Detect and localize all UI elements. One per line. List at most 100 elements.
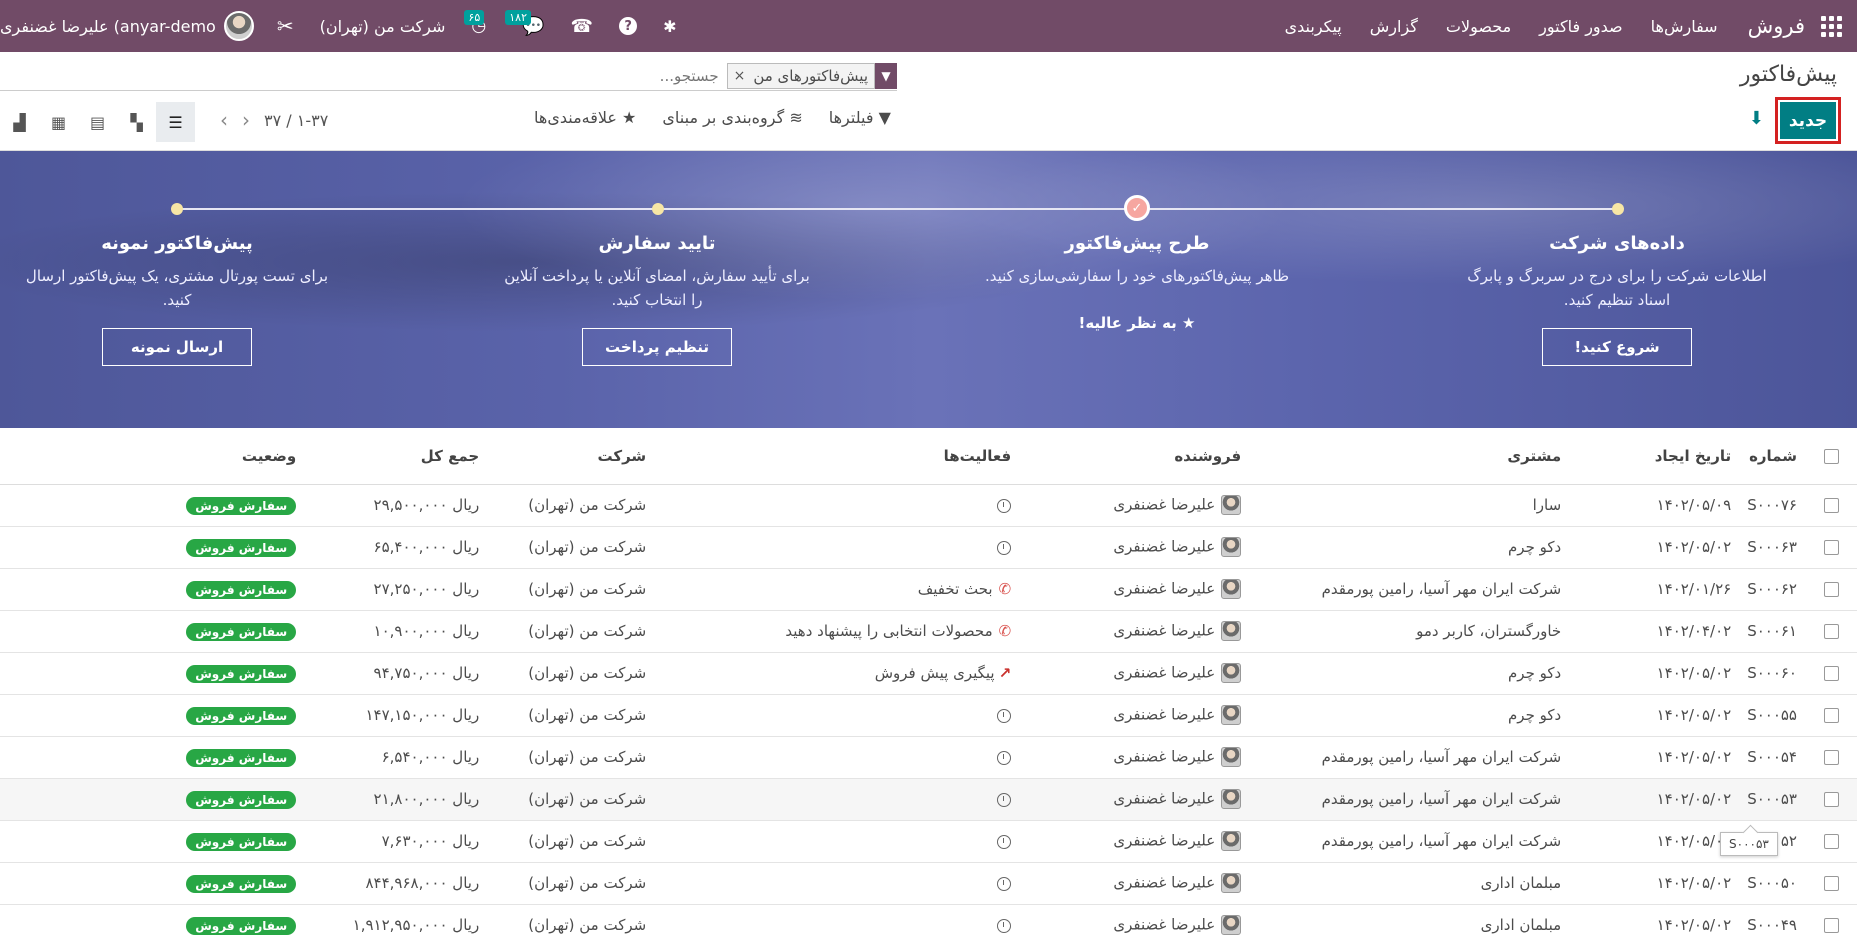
menu-products[interactable]: محصولات	[1432, 17, 1525, 36]
user-menu[interactable]: علیرضا غضنفری (anyar-demo	[0, 0, 264, 52]
calendar-view-icon[interactable]: ▤	[78, 102, 117, 142]
menu-invoicing[interactable]: صدور فاکتور	[1525, 17, 1636, 36]
col-salesperson[interactable]: فروشنده	[1019, 428, 1250, 485]
status-badge: سفارش فروش	[186, 791, 297, 809]
activity-clock-icon[interactable]	[997, 792, 1012, 807]
messages-icon[interactable]: 💬 ۱۸۲	[499, 0, 557, 52]
table-row[interactable]: S۰۰۰۷۶ ۱۴۰۲/۰۵/۰۹ سارا علیرضا غضنفری شرک…	[0, 484, 1857, 527]
apps-menu-icon[interactable]	[1805, 0, 1857, 52]
status-badge: سفارش فروش	[186, 581, 297, 599]
new-button[interactable]: جدید	[1780, 102, 1836, 139]
row-checkbox[interactable]	[1823, 876, 1839, 891]
facet-remove-icon[interactable]: ×	[734, 68, 746, 84]
col-total[interactable]: جمع کل	[304, 428, 488, 485]
cell-status: سفارش فروش	[74, 694, 305, 737]
star-icon: ★	[1182, 314, 1196, 332]
cell-activities: ✆ محصولات انتخابی را پیشنهاد دهید	[654, 610, 1020, 653]
table-row[interactable]: S۰۰۰۵۳ ۱۴۰۲/۰۵/۰۲ شرکت ایران مهر آسیا، ر…	[0, 778, 1857, 821]
cell-number: S۰۰۰۶۳	[1739, 526, 1805, 569]
table-row[interactable]: S۰۰۰۵۰ ۱۴۰۲/۰۵/۰۲ مبلمان اداری علیرضا غض…	[0, 862, 1857, 905]
cell-number: S۰۰۰۶۲	[1739, 568, 1805, 611]
col-number[interactable]: شماره	[1739, 428, 1805, 485]
search-input[interactable]	[118, 66, 719, 85]
cell-total: ریال ۶,۵۴۰,۰۰۰	[304, 736, 488, 779]
col-date[interactable]: تاریخ ایجاد	[1569, 428, 1740, 485]
activity-clock-icon[interactable]	[997, 540, 1012, 555]
status-badge: سفارش فروش	[186, 665, 297, 683]
status-badge: سفارش فروش	[186, 539, 297, 557]
help-icon[interactable]: ?	[606, 0, 650, 52]
cell-date: ۱۴۰۲/۰۵/۰۲	[1569, 652, 1740, 695]
cell-date: ۱۴۰۲/۰۵/۰۲	[1569, 694, 1740, 737]
favorites-dropdown[interactable]: ★ علاقه‌مندی‌ها	[534, 108, 636, 127]
cell-company: شرکت من (تهران)	[487, 778, 655, 821]
menu-reporting[interactable]: گزارش	[1356, 17, 1432, 36]
col-customer[interactable]: مشتری	[1249, 428, 1570, 485]
table-row[interactable]: S۰۰۰۵۵ ۱۴۰۲/۰۵/۰۲ دکو چرم علیرضا غضنفری …	[0, 694, 1857, 737]
list-view-icon[interactable]: ☰	[156, 102, 195, 142]
activity-clock-icon[interactable]	[997, 876, 1012, 891]
table-row[interactable]: S۰۰۰۶۰ ۱۴۰۲/۰۵/۰۲ دکو چرم علیرضا غضنفری …	[0, 652, 1857, 695]
activity-clock-icon[interactable]	[997, 708, 1012, 723]
table-row[interactable]: S۰۰۰۶۲ ۱۴۰۲/۰۱/۲۶ شرکت ایران مهر آسیا، ر…	[0, 568, 1857, 611]
menu-orders[interactable]: سفارش‌ها	[1637, 17, 1732, 36]
cell-status: سفارش فروش	[74, 862, 305, 905]
row-checkbox[interactable]	[1823, 582, 1839, 597]
cell-total: ریال ۶۵,۴۰۰,۰۰۰	[304, 526, 488, 569]
row-checkbox[interactable]	[1823, 792, 1839, 807]
kanban-view-icon[interactable]: ▚	[117, 102, 156, 142]
cell-total: ریال ۲۹,۵۰۰,۰۰۰	[304, 484, 488, 527]
table-row[interactable]: S۰۰۰۵۴ ۱۴۰۲/۰۵/۰۲ شرکت ایران مهر آسیا، ر…	[0, 736, 1857, 779]
activity-clock-icon[interactable]	[997, 918, 1012, 933]
table-row[interactable]: S۰۰۰۴۹ ۱۴۰۲/۰۵/۰۲ مبلمان اداری علیرضا غض…	[0, 904, 1857, 935]
menu-configuration[interactable]: پیکربندی	[1271, 17, 1356, 36]
bug-icon[interactable]: ✱	[650, 0, 689, 52]
activity-clock-icon[interactable]	[997, 498, 1012, 513]
voip-phone-icon[interactable]: ☎	[558, 0, 606, 52]
activity-icon[interactable]: ◷ ۶۵	[458, 0, 499, 52]
cell-number: S۰۰۰۴۹	[1739, 904, 1805, 935]
graph-view-icon[interactable]: ▟	[0, 102, 39, 142]
table-row[interactable]: S۰۰۰۵۲ ۱۴۰۲/۰۵/۰۲ شرکت ایران مهر آسیا، ر…	[0, 820, 1857, 863]
row-checkbox[interactable]	[1823, 666, 1839, 681]
groupby-dropdown[interactable]: ≋ گروه‌بندی بر مبنای	[662, 108, 802, 127]
table-row[interactable]: S۰۰۰۶۳ ۱۴۰۲/۰۵/۰۲ دکو چرم علیرضا غضنفری …	[0, 526, 1857, 569]
cell-status: سفارش فروش	[74, 904, 305, 935]
phone-icon[interactable]: ✆	[999, 580, 1012, 598]
step-dot-sample	[171, 203, 183, 215]
pager-value[interactable]: ۱-۳۷ / ۳۷	[264, 111, 328, 130]
row-checkbox[interactable]	[1823, 708, 1839, 723]
send-sample-button[interactable]: ارسال نمونه	[102, 328, 252, 366]
debug-tools-icon[interactable]: ✂	[264, 0, 307, 52]
row-checkbox[interactable]	[1823, 624, 1839, 639]
pager-next-icon[interactable]: ›	[242, 108, 250, 132]
select-all-checkbox[interactable]	[1823, 448, 1839, 464]
col-activities[interactable]: فعالیت‌ها	[654, 428, 1020, 485]
setup-payment-button[interactable]: تنظیم پرداخت	[582, 328, 732, 366]
activity-clock-icon[interactable]	[997, 834, 1012, 849]
pivot-view-icon[interactable]: ▦	[39, 102, 78, 142]
row-checkbox[interactable]	[1823, 834, 1839, 849]
cell-status: سفارش فروش	[74, 736, 305, 779]
trend-icon[interactable]: ↗	[999, 664, 1012, 682]
download-icon[interactable]: ⬇	[1749, 108, 1764, 129]
activity-clock-icon[interactable]	[997, 750, 1012, 765]
cell-activities	[654, 484, 1020, 527]
row-checkbox[interactable]	[1823, 918, 1839, 933]
col-company[interactable]: شرکت	[487, 428, 655, 485]
start-button[interactable]: شروع کنید!	[1542, 328, 1692, 366]
filters-dropdown[interactable]: ▼ فیلترها	[829, 108, 891, 127]
phone-icon[interactable]: ✆	[999, 622, 1012, 640]
table-row[interactable]: S۰۰۰۶۱ ۱۴۰۲/۰۴/۰۲ خاورگستران، کاربر دمو …	[0, 610, 1857, 653]
app-brand[interactable]: فروش	[1748, 14, 1805, 38]
status-badge: سفارش فروش	[186, 917, 297, 935]
star-icon: ★	[622, 108, 637, 127]
cell-activities	[654, 820, 1020, 863]
col-status[interactable]: وضعیت	[74, 428, 305, 485]
row-checkbox[interactable]	[1823, 540, 1839, 555]
row-checkbox[interactable]	[1823, 498, 1839, 513]
row-checkbox[interactable]	[1823, 750, 1839, 765]
pager-previous-icon[interactable]: ‹	[220, 108, 228, 132]
cell-number: S۰۰۰۵۵	[1739, 694, 1805, 737]
company-switcher[interactable]: شرکت من (تهران)	[307, 0, 459, 52]
